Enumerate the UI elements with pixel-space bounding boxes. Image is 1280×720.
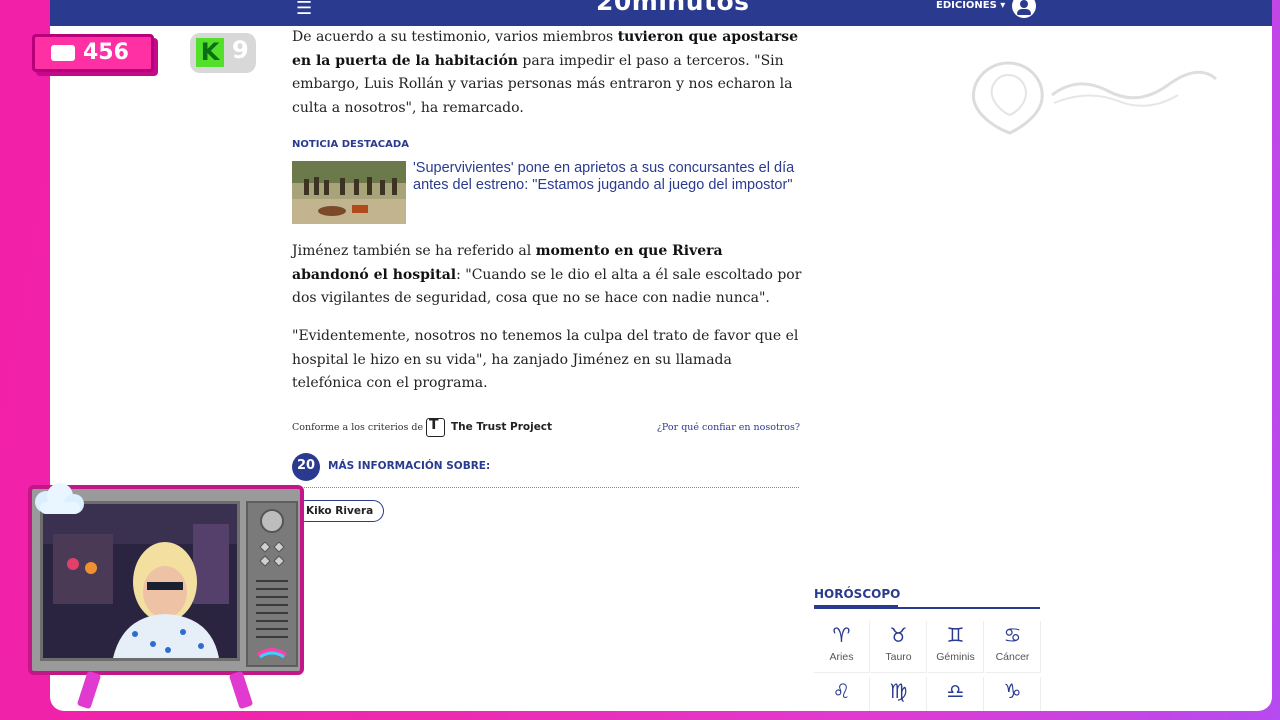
featured-thumbnail[interactable] [292,161,406,224]
virgo-icon: ♍ [889,679,908,703]
horoscope-title: HORÓSCOPO [814,587,901,601]
cancer-icon: ♋ [1003,623,1022,647]
chat-counter-badge: 456 [32,34,154,72]
featured-photo [292,161,406,224]
horoscope-virgo[interactable]: ♍ [871,677,927,711]
cloud-icon [35,483,84,514]
text: De acuerdo a su testimonio, varios miemb… [292,29,618,45]
sign-name: Géminis [936,651,975,663]
more-info-title: MÁS INFORMACIÓN SOBRE: [328,460,491,472]
trust-project-name[interactable]: The Trust Project [451,421,552,433]
text: Jiménez también se ha referido al [292,243,536,259]
featured-label: NOTICIA DESTACADA [292,139,409,150]
gemini-icon: ♊ [946,623,965,647]
trust-project-logo-icon[interactable]: T [426,417,445,437]
hamburger-icon[interactable]: ☰ [296,0,312,19]
user-icon[interactable] [1012,0,1036,18]
trust-lead-text: Conforme a los criterios de [292,422,424,433]
aries-icon: ♈ [832,623,851,647]
kick-logo-icon: K [196,38,224,67]
chat-count: 456 [83,40,129,65]
paragraph: Jiménez también se ha referido al moment… [292,240,802,311]
kick-counter-badge: K 9 [190,33,256,73]
paragraph: "Evidentemente, nosotros no tenemos la c… [292,328,799,391]
tag-kiko-rivera[interactable]: Kiko Rivera [295,500,385,522]
horoscope-libra[interactable]: ♎ [928,677,984,711]
chat-icon [51,45,75,61]
sign-name: Tauro [885,651,912,663]
watermark-logo [968,55,1218,135]
libra-icon: ♎ [946,679,965,703]
tv-control-panel [246,501,298,667]
horoscope-tauro[interactable]: ♉ Tauro [871,621,927,673]
capricorn-icon: ♑ [1003,679,1022,703]
taurus-icon: ♉ [889,623,908,647]
webcam-feed [40,501,240,661]
trust-project-row: Conforme a los criterios de T The Trust … [292,417,800,441]
horoscope-underline [814,605,898,608]
horoscope-leo[interactable]: ♌ [814,677,870,711]
horoscope-cancer[interactable]: ♋ Cáncer [985,621,1041,673]
featured-article-link[interactable]: 'Supervivientes' pone en aprietos a sus … [413,160,803,194]
horoscope-aries[interactable]: ♈ Aries [814,621,870,673]
site-logo[interactable]: 20minutos [596,0,750,16]
trust-logo-letter: T [429,417,439,433]
horoscope-geminis[interactable]: ♊ Géminis [928,621,984,673]
why-trust-link[interactable]: ¿Por qué confiar en nosotros? [657,422,800,433]
sign-name: Cáncer [995,651,1030,663]
sign-name: Aries [829,651,854,663]
leo-icon: ♌ [832,679,851,703]
20minutos-badge-icon: 20 [292,453,320,481]
paragraph: De acuerdo a su testimonio, varios miemb… [292,26,802,120]
divider [292,487,799,488]
horoscope-capricornio[interactable]: ♑ [985,677,1041,711]
webcam-tv-frame [28,480,304,710]
ediciones-menu[interactable]: EDICIONES ▾ [936,0,1005,11]
kick-count: 9 [232,36,249,64]
site-header: ☰ 20minutos EDICIONES ▾ [50,0,1272,26]
